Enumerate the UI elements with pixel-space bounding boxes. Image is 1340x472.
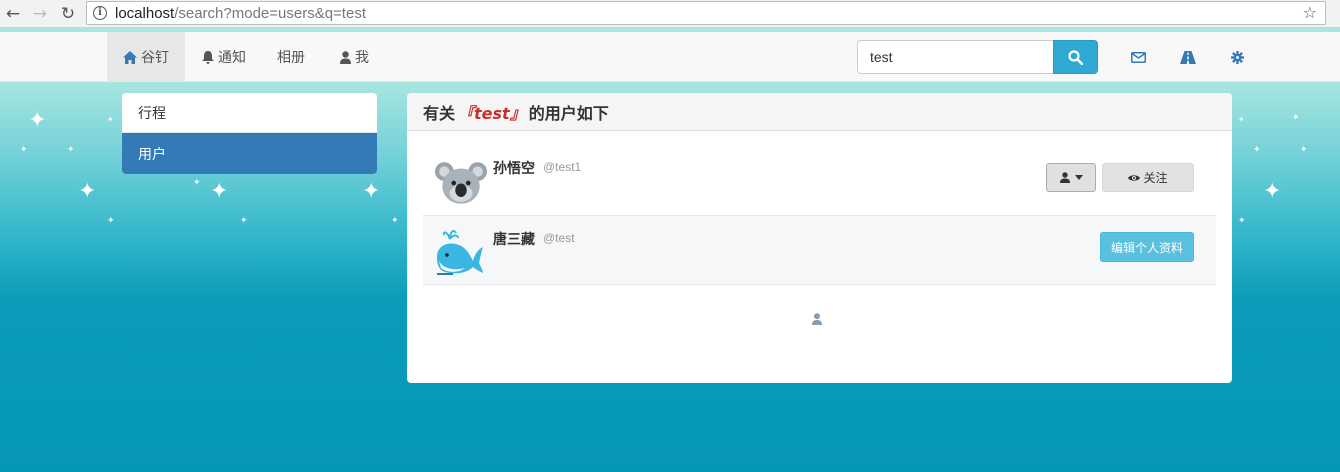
nav-item-album[interactable]: 相册 (277, 32, 305, 82)
reload-icon[interactable]: ↻ (55, 1, 81, 27)
menu-item-trips[interactable]: 行程 (122, 93, 377, 133)
sparkle-icon: ✦ (1292, 113, 1300, 123)
menu-item-users[interactable]: 用户 (122, 133, 377, 174)
koala-icon (435, 162, 487, 204)
search-query: 『test』 (458, 103, 526, 123)
user-handle: @test (543, 231, 575, 245)
forward-icon[interactable]: → (27, 1, 53, 27)
bell-icon (202, 50, 214, 64)
sparkle-icon: ✦ (107, 115, 114, 124)
sparkle-icon: ✦ (107, 216, 115, 226)
browser-toolbar: ← → ↻ i localhost/search?mode=users&q=te… (0, 0, 1340, 28)
home-icon (123, 50, 137, 64)
search-button[interactable] (1053, 40, 1098, 74)
edit-profile-label: 编辑个人资料 (1110, 240, 1183, 255)
nav-item-notifications[interactable]: 通知 (202, 32, 246, 82)
back-icon[interactable]: ← (0, 1, 26, 27)
title-prefix: 有关 (423, 103, 456, 123)
url-host: localhost (115, 4, 175, 22)
nav-me-label: 我 (355, 50, 369, 66)
sparkle-icon: ✦ (193, 178, 201, 188)
sparkle-icon: ✦ (1238, 115, 1245, 124)
user-name[interactable]: 孙悟空 (493, 158, 535, 178)
info-icon[interactable]: i (93, 6, 107, 20)
title-suffix: 的用户如下 (528, 103, 609, 123)
address-bar[interactable]: i localhost/search?mode=users&q=test ☆ (86, 1, 1326, 25)
user-icon (340, 50, 351, 64)
sparkle-icon: ✦ (1300, 145, 1308, 155)
envelope-icon[interactable] (1128, 47, 1148, 67)
user-dropdown-button[interactable] (1046, 163, 1096, 192)
sparkle-icon: ✦ (20, 145, 28, 155)
user-row: 孙悟空 @test1 关注 (423, 145, 1216, 215)
nav-notifications-label: 通知 (218, 50, 246, 66)
user-name[interactable]: 唐三藏 (493, 229, 535, 249)
sparkle-icon: ✦ (1253, 145, 1261, 155)
panel-title: 有关 『test』 的用户如下 (407, 93, 1232, 131)
user-icon (1059, 172, 1070, 183)
whale-icon (437, 230, 483, 275)
sparkle-icon: ✦ (1263, 179, 1282, 204)
nav-album-label: 相册 (277, 50, 305, 66)
search-icon (1068, 49, 1083, 65)
sparkle-icon: ✦ (1238, 216, 1246, 226)
url-text: localhost/search?mode=users&q=test (115, 5, 366, 22)
url-path: /search?mode=users&q=test (174, 4, 366, 22)
road-icon[interactable] (1178, 47, 1198, 67)
side-menu: 行程 用户 (122, 93, 377, 174)
sparkle-icon: ✦ (240, 216, 248, 226)
results-panel: 有关 『test』 的用户如下 孙悟空 @test1 关注 唐三藏 @test … (407, 93, 1232, 383)
user-icon (812, 313, 822, 329)
menu-item-label: 用户 (138, 146, 166, 163)
sparkle-icon: ✦ (391, 216, 399, 226)
bookmark-star-icon[interactable]: ☆ (1303, 3, 1317, 22)
edit-profile-button[interactable]: 编辑个人资料 (1100, 232, 1194, 262)
user-handle: @test1 (543, 160, 582, 174)
eye-icon (1128, 174, 1141, 181)
sparkle-icon: ✦ (210, 179, 229, 204)
user-row: 唐三藏 @test 编辑个人资料 (423, 215, 1216, 285)
caret-down-icon (1074, 175, 1083, 180)
sparkle-icon: ✦ (362, 179, 381, 204)
sparkle-icon: ✦ (78, 179, 97, 204)
sparkle-icon: ✦ (28, 108, 47, 133)
nav-item-me[interactable]: 我 (340, 32, 369, 82)
sparkle-icon: ✦ (67, 145, 75, 155)
search-input[interactable] (857, 40, 1054, 74)
nav-item-home[interactable]: 谷钉 (107, 32, 185, 82)
follow-label: 关注 (1143, 171, 1168, 185)
follow-button[interactable]: 关注 (1102, 163, 1194, 192)
gear-icon[interactable] (1227, 47, 1247, 67)
menu-item-label: 行程 (138, 105, 166, 122)
app-navbar: 谷钉 通知 相册 我 (0, 32, 1340, 82)
nav-home-label: 谷钉 (141, 50, 169, 66)
